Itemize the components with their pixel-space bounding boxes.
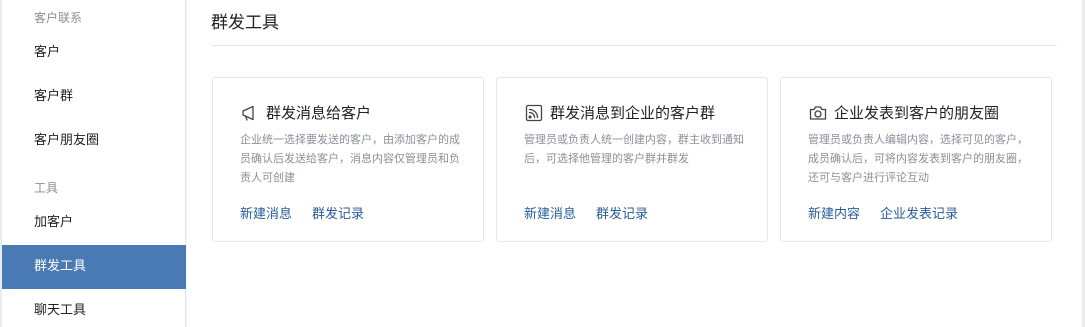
card-links: 新建消息 群发记录 [240, 203, 364, 222]
mass-message-history-link[interactable]: 群发记录 [312, 203, 364, 222]
section-label-customer-contact: 客户联系 [34, 11, 83, 25]
card-title: 群发消息到企业的客户群 [550, 104, 716, 122]
sidebar-item-chat-tools[interactable]: 聊天工具 [2, 289, 186, 327]
sidebar: 客户联系 客户 客户群 客户朋友圈 工具 加客户 群发工具 聊天工具 [0, 0, 186, 327]
publish-history-link[interactable]: 企业发表记录 [880, 203, 958, 222]
sidebar-item-add-customer[interactable]: 加客户 [2, 201, 186, 245]
card-links: 新建内容 企业发表记录 [808, 203, 958, 222]
mass-message-history-link[interactable]: 群发记录 [596, 203, 648, 222]
card-message-customers: 群发消息给客户 企业统一选择要发送的客户，由添加客户的成员确认后发送给客户，消息… [212, 77, 484, 242]
section-label-tools: 工具 [34, 181, 59, 195]
new-content-link[interactable]: 新建内容 [808, 203, 860, 222]
card-message-groups: 群发消息到企业的客户群 管理员或负责人统一创建内容，群主收到通知后，可选择他管理… [496, 77, 768, 242]
new-message-link[interactable]: 新建消息 [524, 203, 576, 222]
sidebar-item-customers[interactable]: 客户 [2, 31, 186, 75]
card-title: 企业发表到客户的朋友圈 [834, 104, 1000, 122]
card-title: 群发消息给客户 [266, 104, 372, 122]
card-description: 企业统一选择要发送的客户，由添加客户的成员确认后发送给客户，消息内容仅管理员和负… [240, 133, 460, 184]
card-description: 管理员或负责人统一创建内容，群主收到通知后，可选择他管理的客户群并群发 [524, 133, 744, 165]
card-header: 群发消息给客户 [240, 102, 371, 123]
card-description: 管理员或负责人编辑内容，选择可见的客户，成员确认后，可将内容发表到客户的朋友圈，… [808, 133, 1028, 184]
card-header: 企业发表到客户的朋友圈 [808, 102, 999, 123]
card-header: 群发消息到企业的客户群 [524, 102, 715, 123]
megaphone-icon [240, 103, 260, 123]
sidebar-item-customer-groups[interactable]: 客户群 [2, 75, 186, 119]
page-title: 群发工具 [211, 13, 279, 33]
broadcast-icon [524, 103, 544, 123]
card-publish-moments: 企业发表到客户的朋友圈 管理员或负责人编辑内容，选择可见的客户，成员确认后，可将… [780, 77, 1052, 242]
main-content: 群发工具 群发消息给客户 企业统一选择要发送的客户，由添加客户的成员确认后发送给… [187, 0, 1085, 327]
new-message-link[interactable]: 新建消息 [240, 203, 292, 222]
title-divider [211, 45, 1057, 46]
sidebar-item-mass-messaging[interactable]: 群发工具 [2, 245, 186, 289]
sidebar-item-customer-moments[interactable]: 客户朋友圈 [2, 119, 186, 163]
camera-icon [808, 103, 828, 123]
card-links: 新建消息 群发记录 [524, 203, 648, 222]
